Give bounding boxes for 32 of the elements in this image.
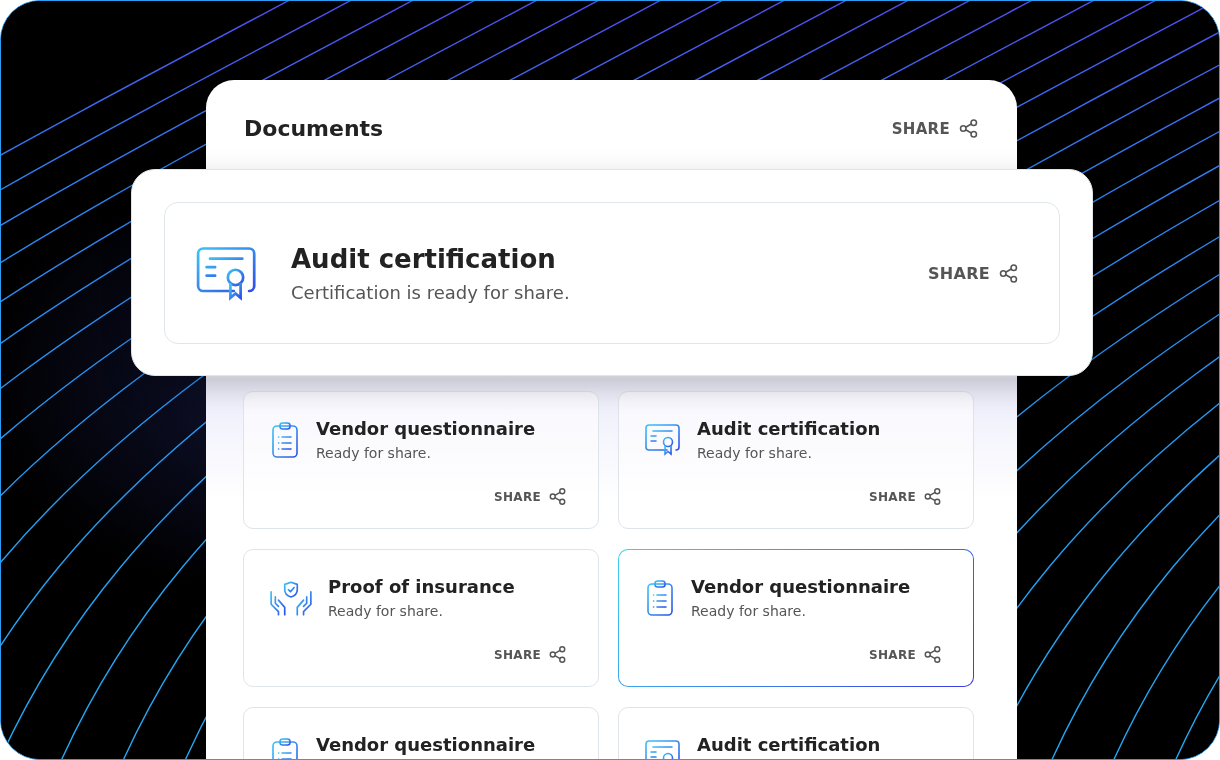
document-card[interactable]: Vendor questionnaire Ready for share. SHARE: [618, 549, 974, 687]
share-button[interactable]: SHARE: [494, 487, 567, 506]
share-icon: [548, 487, 567, 506]
share-button[interactable]: SHARE: [869, 645, 942, 664]
card-title: Audit certification: [697, 734, 881, 755]
card-subtitle: Ready for share.: [328, 603, 444, 619]
document-card[interactable]: Vendor questionnaire: [243, 707, 599, 759]
card-title: Vendor questionnaire: [316, 418, 536, 439]
share-button[interactable]: SHARE: [927, 262, 1019, 284]
share-icon: [548, 645, 567, 664]
share-icon: [923, 487, 942, 506]
featured-card[interactable]: Audit certification Certification is ready for share. SHARE: [164, 202, 1060, 344]
document-card[interactable]: Audit certification: [618, 707, 974, 759]
document-card[interactable]: Vendor questionnaire Ready for share. SHARE: [243, 391, 599, 529]
share-icon: [958, 118, 979, 139]
share-button[interactable]: SHARE: [891, 118, 979, 139]
card-title: Vendor questionnaire: [691, 576, 911, 597]
document-card[interactable]: Audit certification Ready for share. SHARE: [618, 391, 974, 529]
card-subtitle: Ready for share.: [316, 445, 432, 461]
card-subtitle: Ready for share.: [697, 445, 813, 461]
share-button[interactable]: SHARE: [869, 487, 942, 506]
featured-title: Audit certification: [291, 243, 557, 274]
document-card[interactable]: Proof of insurance Ready for share. SHARE: [243, 549, 599, 687]
card-title: Audit certification: [697, 418, 881, 439]
card-title: Proof of insurance: [328, 576, 515, 597]
card-title: Vendor questionnaire: [316, 734, 536, 755]
share-button[interactable]: SHARE: [494, 645, 567, 664]
card-subtitle: Ready for share.: [691, 603, 807, 619]
panel-title: Documents: [244, 116, 384, 141]
featured-subtitle: Certification is ready for share.: [291, 281, 571, 303]
share-icon: [923, 645, 942, 664]
share-icon: [998, 262, 1019, 284]
